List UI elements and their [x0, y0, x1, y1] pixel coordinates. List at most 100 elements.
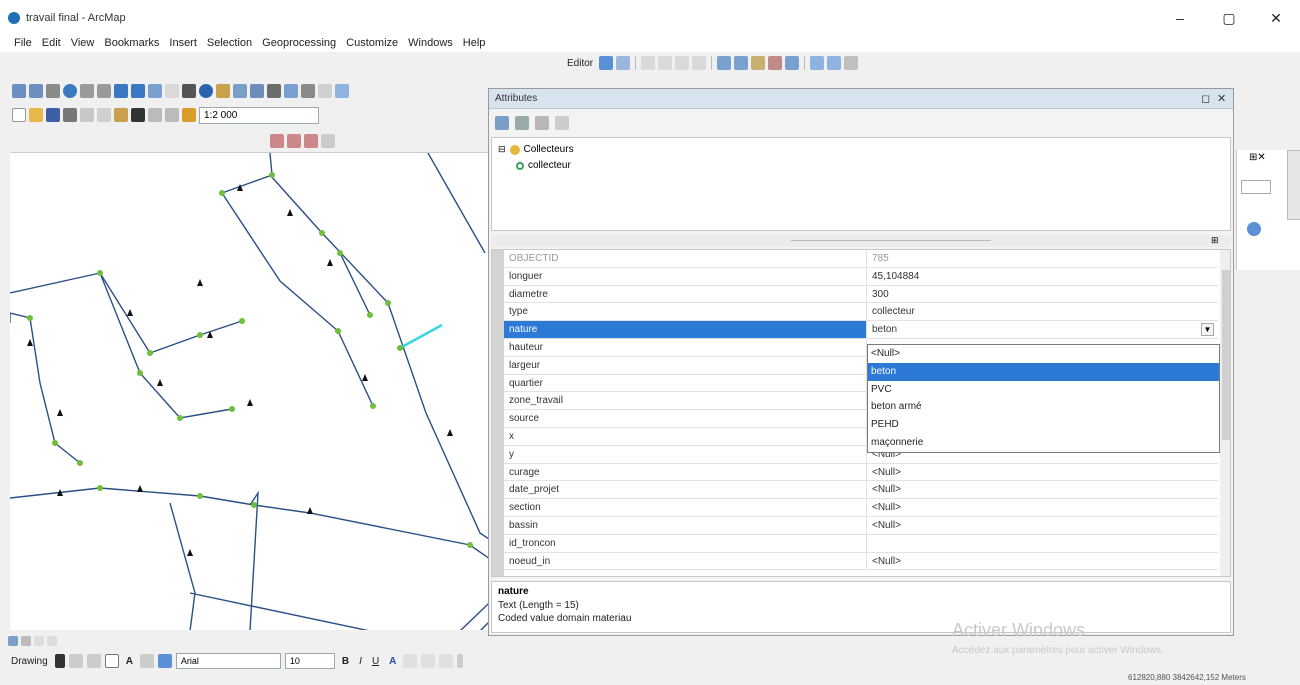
nature-dropdown-list[interactable]: <Null> beton PVC beton armé PEHD maçonne… — [867, 344, 1220, 453]
pan-icon[interactable] — [46, 84, 60, 98]
collapse-icon[interactable]: ⊟ — [498, 144, 506, 155]
attribute-value[interactable]: 785 — [867, 250, 1218, 267]
select-features-icon[interactable] — [148, 84, 162, 98]
manhole-node[interactable] — [219, 190, 225, 196]
dropdown-option[interactable]: maçonnerie — [868, 434, 1219, 452]
toolbar-options-icon[interactable] — [321, 134, 335, 148]
grid-options-icon[interactable]: ⊞ — [1211, 235, 1219, 246]
marker-color-icon[interactable] — [439, 654, 454, 668]
dropdown-option[interactable]: PEHD — [868, 416, 1219, 434]
attribute-value[interactable]: <Null> — [867, 553, 1218, 570]
font-size-select[interactable]: 10 — [284, 653, 335, 669]
collector-line[interactable] — [221, 192, 374, 407]
menu-edit[interactable]: Edit — [42, 34, 61, 52]
attribute-row-nature[interactable]: nature beton ▼ — [504, 321, 1218, 339]
rectangle-icon[interactable] — [104, 654, 119, 668]
attribute-value[interactable]: <Null> — [867, 481, 1218, 498]
italic-button[interactable]: I — [356, 656, 365, 667]
line-color-icon[interactable] — [421, 654, 436, 668]
pause-drawing-icon[interactable] — [47, 636, 57, 646]
menu-file[interactable]: File — [14, 34, 32, 52]
pin-close-icon[interactable]: ⊞✕ — [1249, 152, 1266, 163]
attribute-value[interactable]: <Null> — [867, 499, 1218, 516]
drawing-menu-button[interactable]: Drawing — [8, 656, 51, 667]
manhole-node[interactable] — [197, 493, 203, 499]
edit-annotation-icon[interactable] — [616, 56, 631, 70]
split-tool-icon[interactable] — [768, 56, 783, 70]
forward-icon[interactable] — [131, 84, 145, 98]
attribute-value[interactable]: beton — [867, 321, 1218, 338]
collector-line[interactable] — [269, 174, 510, 554]
zoom-out-icon[interactable] — [29, 84, 43, 98]
attribute-row-bassin[interactable]: bassin <Null> — [504, 517, 1218, 535]
manhole-node[interactable] — [77, 460, 83, 466]
toolbar-options-icon[interactable] — [457, 654, 464, 668]
manhole-node[interactable] — [251, 502, 257, 508]
point-icon[interactable] — [692, 56, 707, 70]
copy-icon[interactable] — [97, 108, 111, 122]
manhole-node[interactable] — [367, 312, 373, 318]
search-dropdown[interactable] — [1241, 180, 1271, 194]
manhole-node[interactable] — [97, 485, 103, 491]
catalog-tab[interactable] — [1287, 150, 1300, 220]
selected-collector-line[interactable] — [399, 323, 443, 350]
menu-view[interactable]: View — [71, 34, 95, 52]
attribute-row-OBJECTID[interactable]: OBJECTID 785 — [504, 250, 1218, 268]
menu-selection[interactable]: Selection — [207, 34, 252, 52]
maximize-button[interactable]: ▢ — [1207, 6, 1251, 30]
manhole-node[interactable] — [97, 270, 103, 276]
manhole-node[interactable] — [239, 318, 245, 324]
tree-feature-node[interactable]: collecteur — [516, 160, 571, 171]
attribute-row-curage[interactable]: curage <Null> — [504, 463, 1218, 482]
save-icon[interactable] — [46, 108, 60, 122]
menu-insert[interactable]: Insert — [169, 34, 197, 52]
scrollbar-thumb[interactable] — [1222, 270, 1230, 440]
attribute-value[interactable]: 45,104884 — [867, 268, 1218, 285]
attributes-title-bar[interactable]: Attributes ◻ ✕ — [489, 89, 1233, 109]
manhole-node[interactable] — [229, 406, 235, 412]
close-icon[interactable]: ✕ — [1217, 92, 1226, 105]
layout-view-icon[interactable] — [21, 636, 31, 646]
manhole-node[interactable] — [52, 440, 58, 446]
manhole-node[interactable] — [137, 370, 143, 376]
attribute-row-date-projet[interactable]: date_projet <Null> — [504, 481, 1218, 500]
clear-selection-icon[interactable] — [165, 84, 179, 98]
menu-customize[interactable]: Customize — [346, 34, 398, 52]
attribute-row-noeud-in[interactable]: noeud_in <Null> — [504, 552, 1218, 571]
grid-scrollbar[interactable] — [1220, 250, 1230, 576]
zoom-in-icon[interactable] — [12, 84, 26, 98]
dropdown-option-selected[interactable]: beton — [868, 362, 1219, 381]
undo-icon[interactable] — [148, 108, 162, 122]
collector-line[interactable] — [169, 502, 196, 630]
manhole-node[interactable] — [335, 328, 341, 334]
delete-icon[interactable] — [131, 108, 145, 122]
manhole-node[interactable] — [337, 250, 343, 256]
attribute-value[interactable]: 300 — [867, 286, 1218, 303]
measure-icon[interactable] — [250, 84, 264, 98]
identify-icon[interactable] — [199, 84, 213, 98]
new-document-icon[interactable] — [12, 108, 26, 122]
attributes-icon[interactable] — [810, 56, 825, 70]
manhole-node[interactable] — [147, 350, 153, 356]
attribute-value[interactable]: <Null> — [867, 517, 1218, 534]
manhole-node[interactable] — [269, 172, 275, 178]
zoom-whole-page-icon[interactable] — [86, 654, 101, 668]
data-view-icon[interactable] — [8, 636, 18, 646]
tree-layer-node[interactable]: ⊟ Collecteurs — [498, 144, 574, 155]
paste-icon[interactable] — [114, 108, 128, 122]
attribute-value[interactable]: <Null> — [867, 464, 1218, 481]
hyperlink-icon[interactable] — [216, 84, 230, 98]
collector-line[interactable] — [221, 153, 273, 194]
add-data-icon[interactable] — [182, 108, 196, 122]
select-elements-icon[interactable] — [54, 654, 65, 668]
cut-polygons-icon[interactable] — [751, 56, 766, 70]
rotate-element-icon[interactable] — [68, 654, 83, 668]
fill-color-icon[interactable] — [403, 654, 418, 668]
sort-icon[interactable] — [515, 116, 529, 130]
font-color-icon[interactable]: A — [386, 656, 399, 667]
attribute-row-section[interactable]: section <Null> — [504, 499, 1218, 517]
cut-icon[interactable] — [80, 108, 94, 122]
snap-vertex-icon[interactable] — [304, 134, 318, 148]
menu-bookmarks[interactable]: Bookmarks — [104, 34, 159, 52]
collector-line[interactable] — [339, 252, 371, 316]
